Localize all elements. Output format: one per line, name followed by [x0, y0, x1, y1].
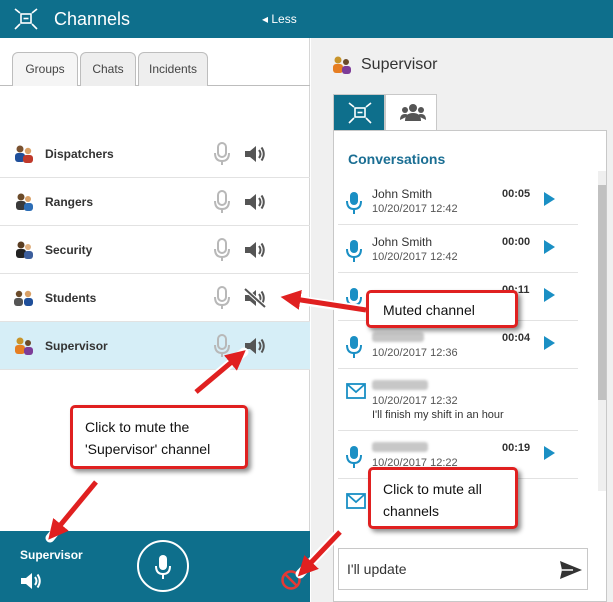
channel-row-rangers[interactable]: Rangers	[0, 178, 310, 226]
message-text: I'll finish my shift in an hour	[372, 409, 504, 421]
active-channel-name: Supervisor	[20, 548, 83, 562]
list-item[interactable]: 10/20/2017 12:32 I'll finish my shift in…	[338, 369, 578, 431]
group-icon	[16, 241, 33, 259]
duration: 00:05	[502, 188, 531, 200]
channel-row-students[interactable]: Students	[0, 274, 310, 322]
play-icon[interactable]	[542, 445, 556, 461]
channel-row-dispatchers[interactable]: Dispatchers	[0, 130, 310, 178]
timestamp: 10/20/2017 12:42	[372, 203, 458, 215]
list-item[interactable]: John Smith 10/20/2017 12:42 00:05	[338, 177, 578, 225]
duration: 00:04	[502, 332, 531, 344]
callout-mute-supervisor: Click to mute the 'Supervisor' channel	[70, 405, 248, 469]
conversations-list: Conversations John Smith 10/20/2017 12:4…	[333, 130, 607, 602]
conversation-scrollbar[interactable]	[598, 171, 606, 491]
active-channel-bar: Supervisor	[0, 531, 310, 602]
no-entry-icon[interactable]	[280, 569, 302, 591]
sender-name-redacted	[372, 441, 428, 455]
channels-panel: Groups Chats Incidents Dispatchers Range…	[0, 38, 310, 602]
channel-row-supervisor[interactable]: Supervisor	[0, 322, 310, 370]
speaker-icon[interactable]	[243, 191, 267, 213]
channel-name: Security	[45, 243, 93, 257]
play-icon[interactable]	[542, 191, 556, 207]
microphone-icon[interactable]	[212, 238, 232, 262]
microphone-icon	[346, 446, 362, 468]
tab-groups[interactable]: Groups	[12, 52, 78, 86]
microphone-icon	[346, 192, 362, 214]
microphone-icon[interactable]	[212, 334, 232, 358]
channel-name: Supervisor	[45, 339, 108, 353]
tab-bar: Groups Chats Incidents	[0, 38, 310, 86]
conversations-title: Conversations	[348, 151, 446, 167]
tab-incidents[interactable]: Incidents	[138, 52, 208, 86]
microphone-icon	[346, 288, 362, 310]
play-icon[interactable]	[542, 335, 556, 351]
channel-title: Supervisor	[361, 56, 438, 73]
group-icon	[14, 290, 33, 306]
push-to-talk-button[interactable]	[137, 540, 189, 592]
speaker-icon[interactable]	[243, 335, 267, 357]
less-toggle[interactable]: ◂ Less	[262, 12, 297, 26]
tab-label: Chats	[92, 62, 124, 76]
tab-channel-view[interactable]	[333, 94, 385, 130]
scrollbar-thumb[interactable]	[598, 185, 606, 400]
app-title: Channels	[54, 9, 131, 29]
channel-name: Dispatchers	[45, 147, 114, 161]
group-icon	[16, 193, 33, 211]
sender-name: John Smith	[372, 187, 433, 201]
microphone-icon	[346, 336, 362, 358]
timestamp: 10/20/2017 12:42	[372, 251, 458, 263]
microphone-icon[interactable]	[212, 190, 232, 214]
envelope-icon	[346, 493, 366, 509]
tab-label: Incidents	[148, 62, 198, 76]
envelope-icon	[346, 383, 366, 399]
microphone-icon[interactable]	[212, 286, 232, 310]
channels-icon	[14, 8, 38, 30]
microphone-icon	[346, 240, 362, 262]
tab-chats[interactable]: Chats	[80, 52, 136, 86]
sender-name-redacted	[372, 379, 428, 393]
duration: 00:00	[502, 236, 531, 248]
channel-name: Students	[45, 291, 97, 305]
timestamp: 10/20/2017 12:32	[372, 395, 458, 407]
speaker-icon[interactable]	[243, 143, 267, 165]
tab-members[interactable]	[385, 94, 437, 130]
speaker-icon[interactable]	[19, 570, 43, 592]
play-icon[interactable]	[542, 239, 556, 255]
callout-text: Click to mute all channels	[383, 481, 482, 519]
microphone-icon[interactable]	[212, 142, 232, 166]
callout-mute-all: Click to mute all channels	[368, 467, 518, 529]
timestamp: 10/20/2017 12:36	[372, 347, 458, 359]
group-icon	[15, 337, 33, 355]
callout-text: Click to mute the 'Supervisor' channel	[85, 419, 211, 457]
callout-muted-channel: Muted channel	[366, 290, 518, 328]
app-header: Channels ◂ Less	[0, 0, 613, 38]
message-composer	[338, 548, 588, 590]
sender-name-redacted	[372, 331, 424, 345]
microphone-icon	[155, 555, 171, 579]
group-icon	[15, 145, 33, 163]
channel-row-security[interactable]: Security	[0, 226, 310, 274]
speaker-icon[interactable]	[243, 239, 267, 261]
channel-name: Rangers	[45, 195, 94, 209]
group-icon	[333, 56, 351, 74]
list-item[interactable]: 10/20/2017 12:36 00:04	[338, 321, 578, 369]
send-icon[interactable]	[559, 560, 583, 580]
play-icon[interactable]	[542, 287, 556, 303]
list-item[interactable]: John Smith 10/20/2017 12:42 00:00	[338, 225, 578, 273]
users-icon	[400, 104, 426, 121]
sender-name: John Smith	[372, 235, 433, 249]
duration: 00:19	[502, 442, 531, 454]
speaker-muted-icon[interactable]	[243, 287, 267, 309]
message-input[interactable]	[339, 549, 553, 589]
callout-text: Muted channel	[383, 302, 475, 318]
channels-icon	[348, 102, 372, 124]
tab-label: Groups	[25, 62, 65, 76]
